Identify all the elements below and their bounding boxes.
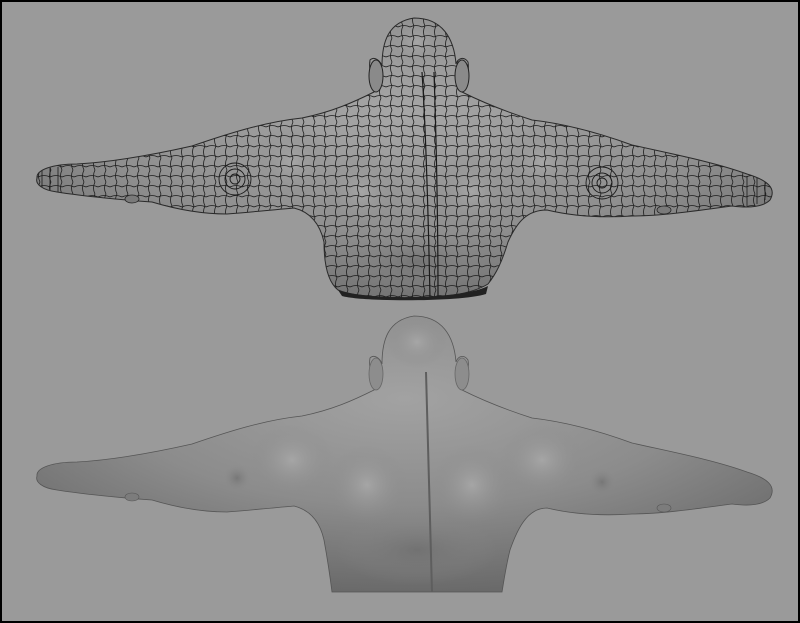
wireframe-model [36,17,773,301]
shaded-model [36,315,773,593]
render-canvas [36,17,773,593]
viewport [0,0,800,623]
